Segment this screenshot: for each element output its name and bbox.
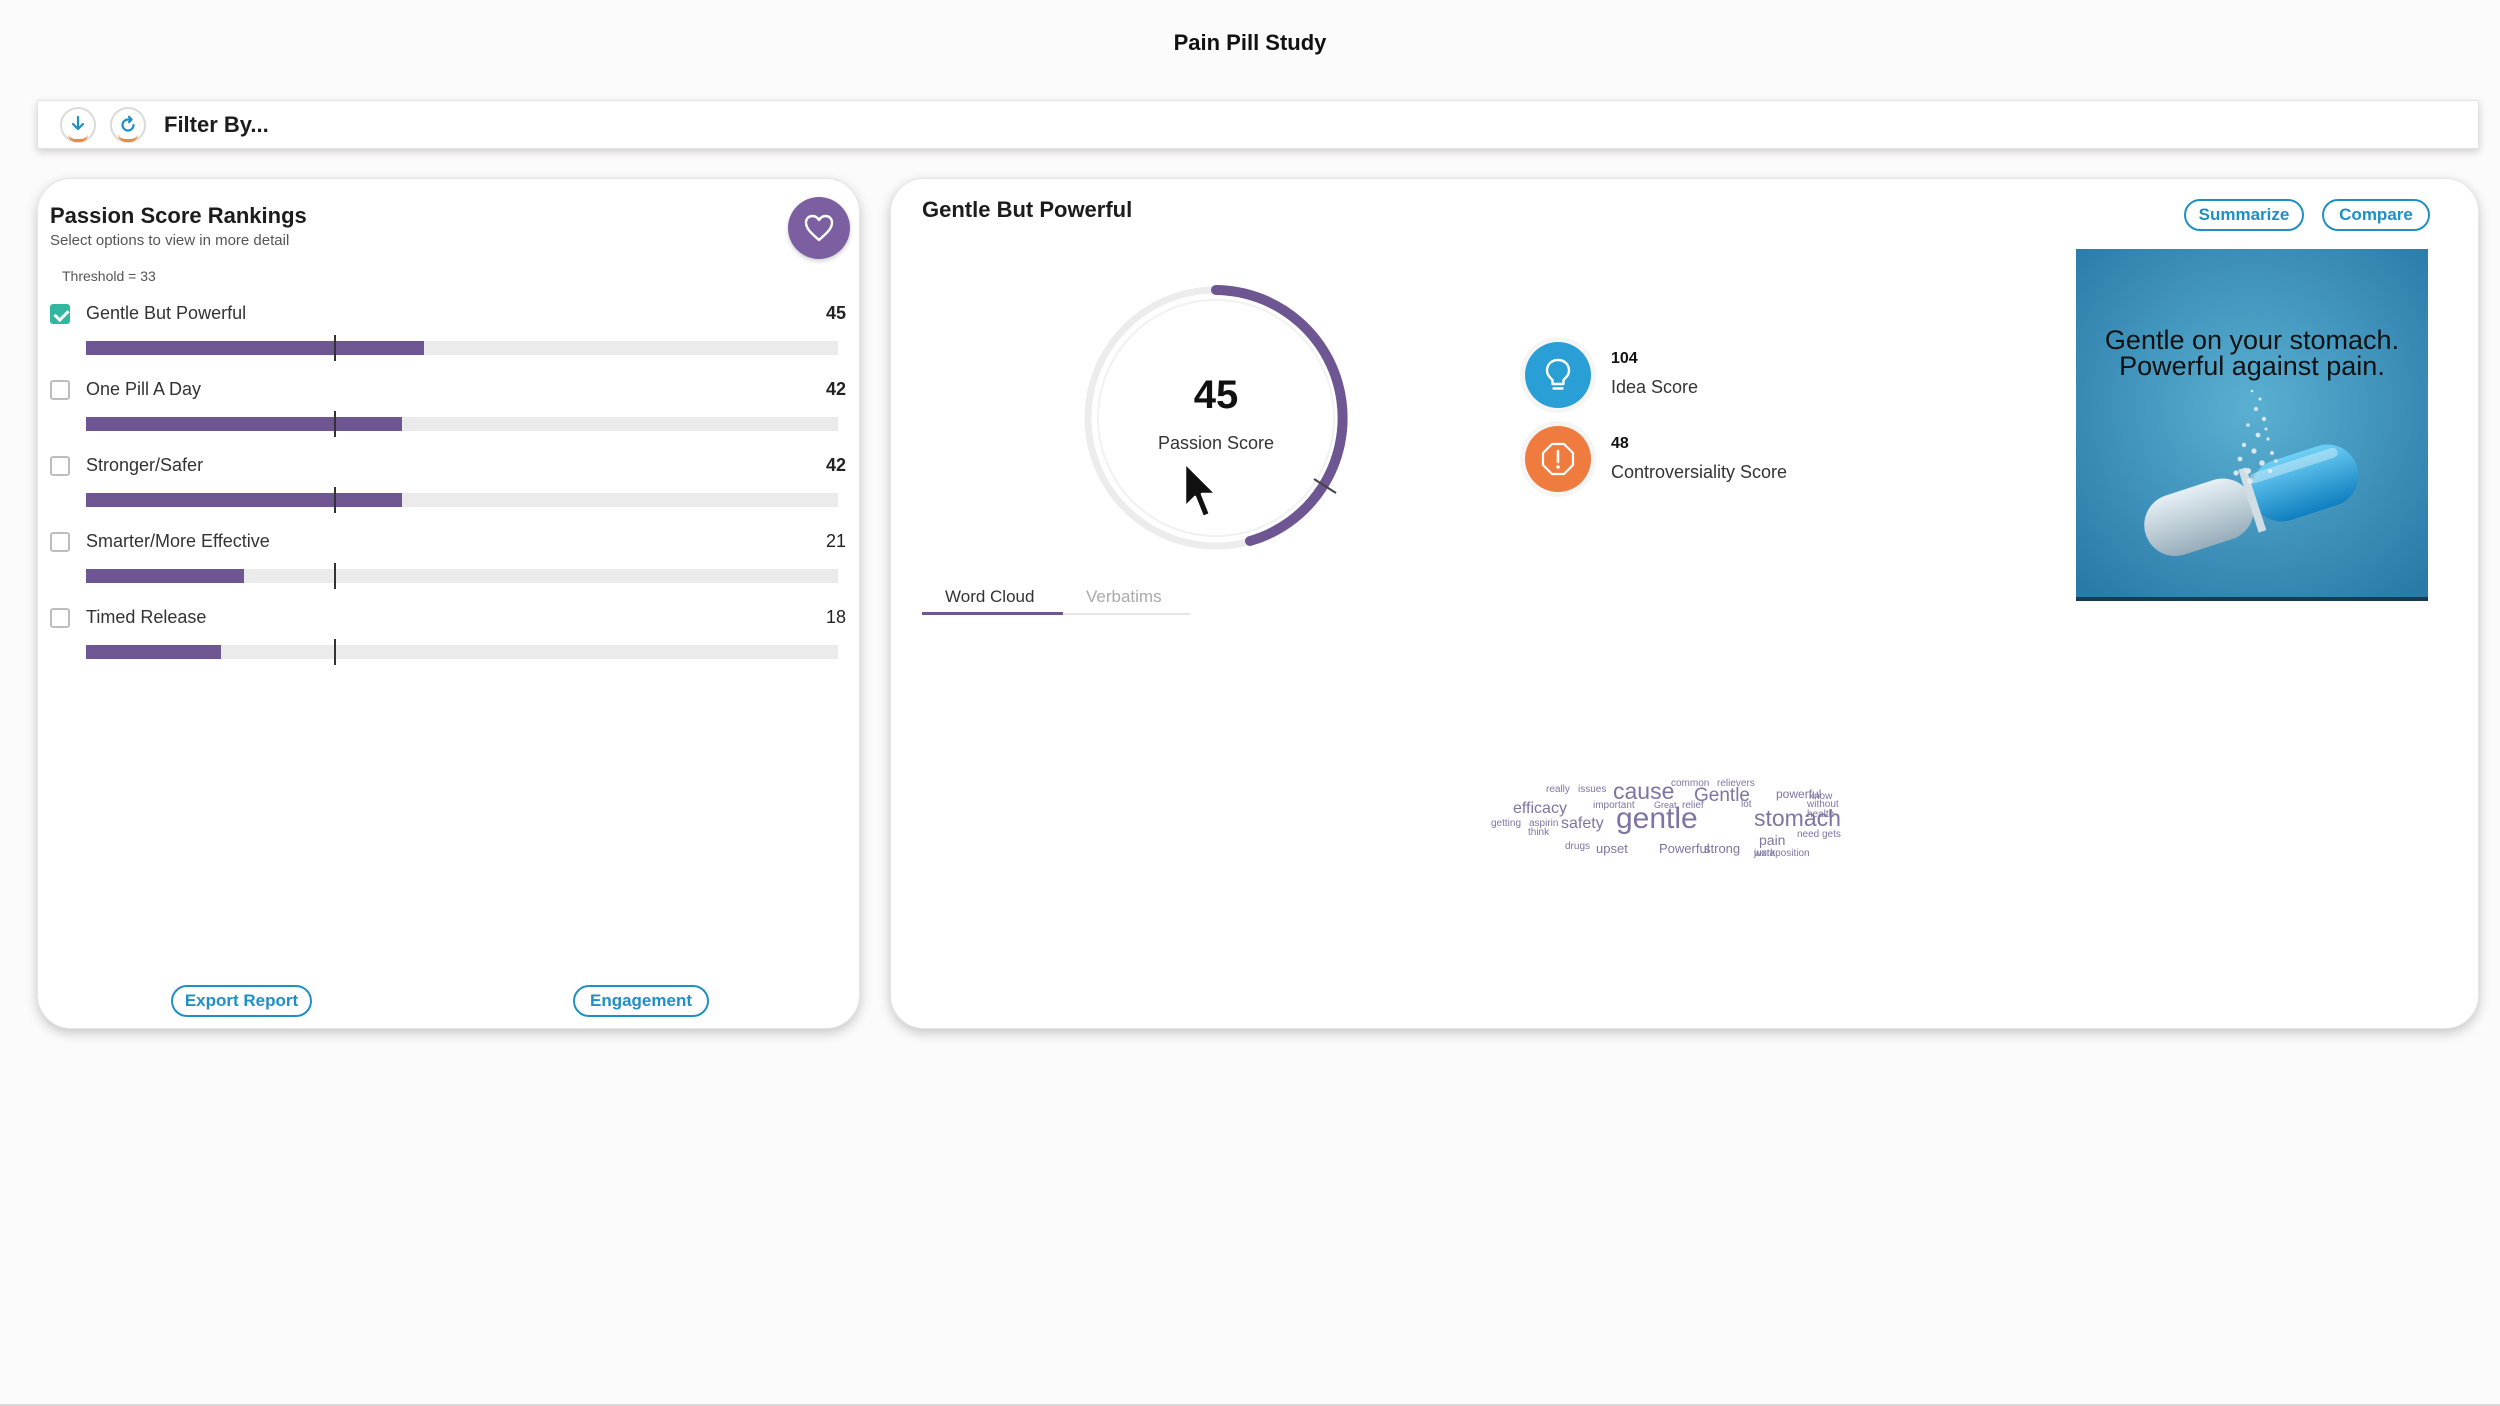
concept-image: Gentle on your stomach. Powerful against… [2076,249,2428,601]
word-cloud: common relievers really issues cause Gentle po… [1491,779,1871,879]
detail-tabs: Word Cloud Verbatims [922,579,1190,615]
page-title: Pain Pill Study [1173,30,1327,55]
ranking-bar [86,563,838,589]
ranking-bar [86,335,838,361]
favorites-button[interactable] [788,197,850,259]
summarize-button[interactable]: Summarize [2184,199,2304,231]
ranking-checkbox[interactable] [50,532,70,552]
ranking-bar-fill [86,417,402,431]
word-cloud-term: drugs [1565,841,1591,852]
refresh-icon [121,115,135,132]
ranking-label: One Pill A Day [86,379,202,399]
ranking-checkbox[interactable] [50,380,70,400]
word-cloud-term: gentle [1616,802,1698,835]
controversiality-score-label: Controversiality Score [1611,462,1788,482]
engagement-button[interactable]: Engagement [573,985,709,1017]
download-icon [71,115,85,130]
ranking-score: 42 [825,455,846,475]
ranking-item-smarter-more-effective[interactable]: Smarter/More Effective 21 [50,529,846,605]
tab-verbatims[interactable]: Verbatims [1086,587,1162,607]
ranking-checkbox[interactable] [50,608,70,628]
ranking-bar-fill [86,493,402,507]
ranking-item-one-pill-a-day[interactable]: One Pill A Day 42 [50,377,846,453]
ranking-bar [86,487,838,513]
threshold-marker [334,411,337,437]
passion-score-value: 45 [1193,373,1239,417]
word-cloud-term: juxtaposition [1754,848,1810,859]
ranking-item-timed-release[interactable]: Timed Release 18 [50,605,846,681]
word-cloud-term: really [1546,784,1570,795]
rankings-title: Passion Score Rankings [50,203,307,228]
filter-bar[interactable]: Filter By... [37,100,2479,149]
word-cloud-term: stomach [1754,805,1841,831]
word-cloud-term: need [1797,829,1820,840]
idea-score-label: Idea Score [1611,377,1699,397]
image-headline-2: Powerful against pain. [2119,351,2385,381]
threshold-marker [334,487,337,513]
idea-score-value: 104 [1611,350,1638,367]
threshold-marker [334,563,337,589]
word-cloud-term: efficacy [1513,800,1567,817]
alert-icon [1541,442,1575,476]
ranking-label: Stronger/Safer [86,455,204,475]
concept-detail-panel: Gentle But Powerful Summarize Compare 45… [890,178,2479,1029]
download-button[interactable] [60,106,96,143]
ranking-item-gentle-but-powerful[interactable]: Gentle But Powerful 45 [50,301,846,377]
word-cloud-term: gets [1822,829,1841,840]
passion-score-label: Passion Score [1157,433,1275,453]
word-cloud-term: safety [1561,815,1604,832]
word-cloud-term: think [1528,827,1550,838]
controversiality-score-badge [1525,426,1591,492]
ranking-checkbox[interactable] [50,304,70,324]
word-cloud-term: lot [1741,799,1752,810]
ranking-label: Gentle But Powerful [86,303,247,323]
word-cloud-term: upset [1596,841,1628,856]
ranking-score: 42 [825,379,846,399]
word-cloud-term: getting [1491,818,1522,829]
controversiality-score-value: 48 [1611,435,1629,452]
ranking-checkbox[interactable] [50,456,70,476]
ranking-label: Smarter/More Effective [86,531,270,551]
compare-button[interactable]: Compare [2322,199,2430,231]
export-report-button[interactable]: Export Report [171,985,312,1017]
heart-icon [804,214,834,242]
word-cloud-term: pain [1759,832,1786,848]
mouse-cursor-icon [1183,461,1218,519]
active-tab-indicator [922,612,1063,615]
ranking-item-stronger-safer[interactable]: Stronger/Safer 42 [50,453,846,529]
filter-by-label[interactable]: Filter By... [164,112,269,138]
threshold-marker [334,335,337,361]
concept-title: Gentle But Powerful [922,197,1133,222]
ranking-bar-fill [86,341,425,355]
threshold-marker [334,639,337,665]
word-cloud-term: issues [1578,784,1607,795]
lightbulb-icon [1545,358,1571,390]
word-cloud-term: strong [1704,841,1741,856]
ranking-bar [86,639,838,665]
ranking-label: Timed Release [86,607,207,627]
idea-score-badge [1525,342,1591,408]
threshold-label: Threshold = 33 [62,268,156,284]
ranking-score: 18 [825,607,846,627]
refresh-button[interactable] [110,106,146,143]
passion-rankings-panel: Passion Score Rankings Select options to… [37,178,860,1029]
ranking-bar-fill [86,569,244,583]
tab-word-cloud[interactable]: Word Cloud [945,587,1034,607]
ranking-bar [86,411,838,437]
ranking-score: 21 [825,531,846,551]
ranking-bar-fill [86,645,222,659]
word-cloud-term: Powerful [1659,841,1710,856]
ranking-score: 45 [825,303,846,323]
rankings-subtitle: Select options to view in more detail [50,232,290,249]
